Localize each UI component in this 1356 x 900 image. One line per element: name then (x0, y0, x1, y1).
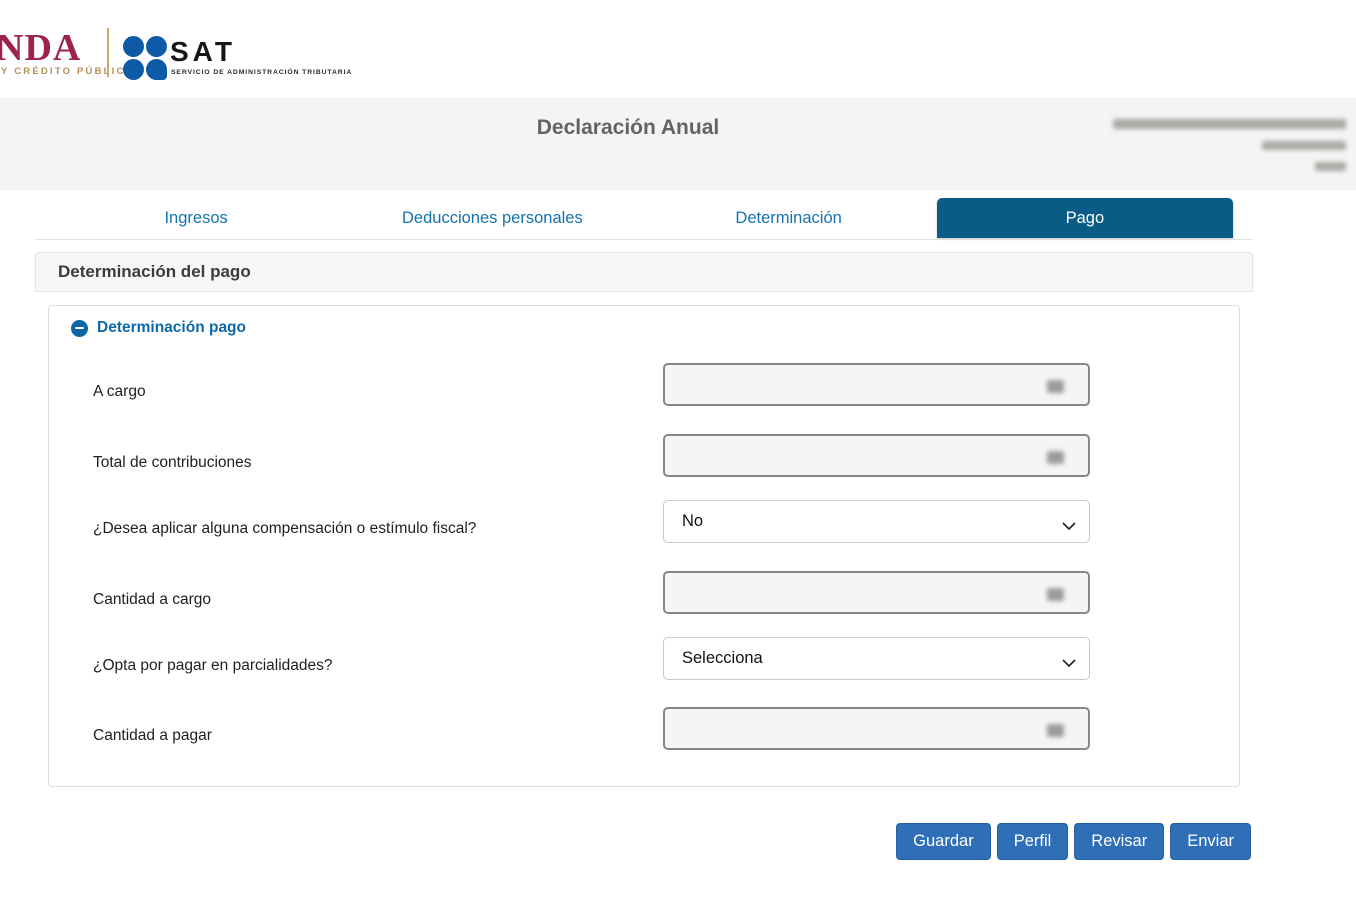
redacted-user-rfc (1262, 141, 1346, 150)
chevron-down-icon (1062, 518, 1076, 536)
section-title: Determinación del pago (58, 253, 1252, 290)
sat-dot (123, 36, 144, 57)
logo-divider (107, 28, 109, 77)
tab-bar: Ingresos Deducciones personales Determin… (48, 198, 1233, 238)
parcialidades-select[interactable]: Selecciona (663, 637, 1090, 680)
panel-title: Determinación pago (97, 319, 246, 337)
guardar-button[interactable]: Guardar (896, 823, 991, 860)
cantidad-cargo-input[interactable] (663, 571, 1090, 614)
field-label: ¿Desea aplicar alguna compensación o est… (93, 520, 476, 538)
sat-wordmark: SAT (170, 36, 236, 68)
hacienda-subtitle: Y CRÉDITO PÚBLICO (1, 66, 135, 77)
tab-deducciones-personales[interactable]: Deducciones personales (344, 198, 640, 238)
section-header: Determinación del pago (35, 252, 1253, 292)
enviar-button[interactable]: Enviar (1170, 823, 1251, 860)
field-label: Cantidad a cargo (93, 591, 211, 609)
hacienda-logo: NDA (0, 26, 81, 70)
tabs-underline (35, 239, 1253, 240)
compensacion-select[interactable]: No (663, 500, 1090, 543)
determinacion-pago-panel: Determinación pago A cargo Total de cont… (48, 305, 1240, 787)
form-row-compensacion: ¿Desea aplicar alguna compensación o est… (49, 500, 1239, 543)
sat-dot (123, 59, 144, 80)
sat-dot (146, 36, 167, 57)
action-button-row: Guardar Perfil Revisar Enviar (896, 823, 1251, 860)
tab-determinacion[interactable]: Determinación (641, 198, 937, 238)
field-label: Cantidad a pagar (93, 727, 212, 745)
title-band: Declaración Anual (0, 98, 1356, 190)
perfil-button[interactable]: Perfil (997, 823, 1069, 860)
form-row-parcialidades: ¿Opta por pagar en parcialidades? Selecc… (49, 637, 1239, 680)
sat-tagline: SERVICIO DE ADMINISTRACIÓN TRIBUTARIA (171, 69, 352, 76)
redacted-value (1047, 724, 1064, 737)
select-value: No (682, 501, 703, 542)
redacted-value (1047, 588, 1064, 601)
redacted-user-name (1113, 119, 1346, 129)
redacted-value (1047, 380, 1064, 393)
declaracion-anual-page: NDA Y CRÉDITO PÚBLICO SAT SERVICIO DE AD… (0, 0, 1356, 900)
form-row-cantidad-cargo: Cantidad a cargo (49, 571, 1239, 614)
sat-logo-icon (123, 36, 169, 82)
field-label: A cargo (93, 383, 146, 401)
minus-circle-icon (71, 320, 88, 337)
field-label: Total de contribuciones (93, 454, 252, 472)
field-label: ¿Opta por pagar en parcialidades? (93, 657, 333, 675)
logo-band: NDA Y CRÉDITO PÚBLICO SAT SERVICIO DE AD… (0, 0, 1356, 98)
redacted-user-detail (1315, 162, 1346, 171)
redacted-value (1047, 451, 1064, 464)
total-contribuciones-input[interactable] (663, 434, 1090, 477)
chevron-down-icon (1062, 655, 1076, 673)
form-row-cantidad-pagar: Cantidad a pagar (49, 707, 1239, 750)
form-row-a-cargo: A cargo (49, 363, 1239, 406)
a-cargo-input[interactable] (663, 363, 1090, 406)
tab-pago[interactable]: Pago (937, 198, 1233, 238)
revisar-button[interactable]: Revisar (1074, 823, 1164, 860)
select-value: Selecciona (682, 638, 763, 679)
form-row-total-contribuciones: Total de contribuciones (49, 434, 1239, 477)
cantidad-pagar-input[interactable] (663, 707, 1090, 750)
panel-collapse-toggle[interactable]: Determinación pago (71, 319, 246, 337)
page-title: Declaración Anual (0, 116, 1256, 140)
tab-ingresos[interactable]: Ingresos (48, 198, 344, 238)
sat-dot (146, 59, 167, 80)
